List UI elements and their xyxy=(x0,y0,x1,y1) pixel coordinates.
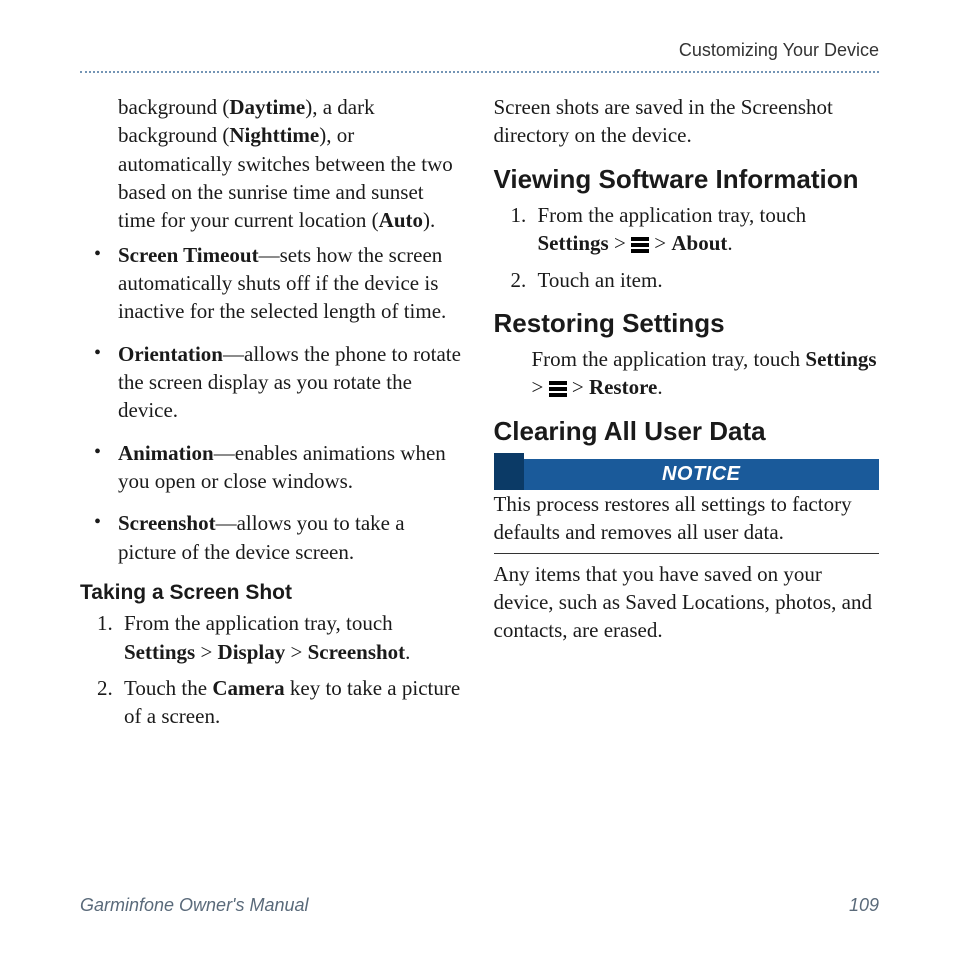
text: Touch the xyxy=(124,676,212,700)
left-column: background (Daytime), a dark background … xyxy=(80,93,466,739)
continued-paragraph: background (Daytime), a dark background … xyxy=(80,93,466,235)
list-item: Orientation—allows the phone to rotate t… xyxy=(80,340,466,425)
two-column-layout: background (Daytime), a dark background … xyxy=(80,93,879,739)
manual-page: Customizing Your Device background (Dayt… xyxy=(0,0,954,954)
text: From the application tray, touch xyxy=(532,347,806,371)
list-item: Screen Timeout—sets how the screen autom… xyxy=(80,241,466,326)
menu-display: Display xyxy=(218,640,286,664)
step-2: Touch an item. xyxy=(532,266,880,294)
menu-restore: Restore xyxy=(589,375,657,399)
text: From the application tray, touch xyxy=(538,203,807,227)
footer-title: Garminfone Owner's Manual xyxy=(80,895,309,916)
term: Animation xyxy=(118,441,214,465)
right-column: Screen shots are saved in the Screenshot… xyxy=(494,93,880,739)
camera-key: Camera xyxy=(212,676,284,700)
step-2: Touch the Camera key to take a picture o… xyxy=(118,674,466,731)
sep: > xyxy=(609,231,631,255)
text: . xyxy=(657,375,662,399)
step-1: From the application tray, touch Setting… xyxy=(118,609,466,666)
term: Screen Timeout xyxy=(118,243,259,267)
term: Orientation xyxy=(118,342,223,366)
page-footer: Garminfone Owner's Manual 109 xyxy=(80,895,879,916)
text: From the application tray, touch xyxy=(124,611,393,635)
sep: > xyxy=(285,640,307,664)
menu-screenshot: Screenshot xyxy=(308,640,406,664)
sep: > xyxy=(532,375,549,399)
text: . xyxy=(405,640,410,664)
step-1: From the application tray, touch Setting… xyxy=(532,201,880,258)
sep: > xyxy=(567,375,589,399)
heading-clearing: Clearing All User Data xyxy=(494,416,880,447)
nighttime-term: Nighttime xyxy=(229,123,319,147)
bullet-list: Screen Timeout—sets how the screen autom… xyxy=(80,241,466,566)
menu-settings: Settings xyxy=(538,231,609,255)
heading-viewing-software: Viewing Software Information xyxy=(494,164,880,195)
header-rule xyxy=(80,71,879,73)
menu-settings: Settings xyxy=(805,347,876,371)
heading-restoring: Restoring Settings xyxy=(494,308,880,339)
steps-viewing: From the application tray, touch Setting… xyxy=(494,201,880,294)
menu-icon xyxy=(549,381,567,395)
menu-icon xyxy=(631,237,649,251)
notice-label: NOTICE xyxy=(524,459,880,490)
page-number: 109 xyxy=(849,895,879,916)
notice-body: This process restores all settings to fa… xyxy=(494,490,880,554)
sep: > xyxy=(195,640,217,664)
auto-term: Auto xyxy=(379,208,423,232)
restore-paragraph: From the application tray, touch Setting… xyxy=(494,345,880,402)
daytime-term: Daytime xyxy=(229,95,305,119)
steps-list: From the application tray, touch Setting… xyxy=(80,609,466,730)
notice-banner: NOTICE xyxy=(494,453,880,490)
intro-paragraph: Screen shots are saved in the Screenshot… xyxy=(494,93,880,150)
menu-about: About xyxy=(671,231,727,255)
text: ). xyxy=(423,208,435,232)
notice-accent xyxy=(494,453,524,490)
subheading-screenshot: Taking a Screen Shot xyxy=(80,580,466,605)
text: . xyxy=(727,231,732,255)
menu-settings: Settings xyxy=(124,640,195,664)
sep: > xyxy=(649,231,671,255)
list-item: Screenshot—allows you to take a picture … xyxy=(80,509,466,566)
text: background ( xyxy=(118,95,229,119)
list-item: Animation—enables animations when you op… xyxy=(80,439,466,496)
term: Screenshot xyxy=(118,511,216,535)
running-head: Customizing Your Device xyxy=(80,40,879,61)
after-paragraph: Any items that you have saved on your de… xyxy=(494,560,880,645)
